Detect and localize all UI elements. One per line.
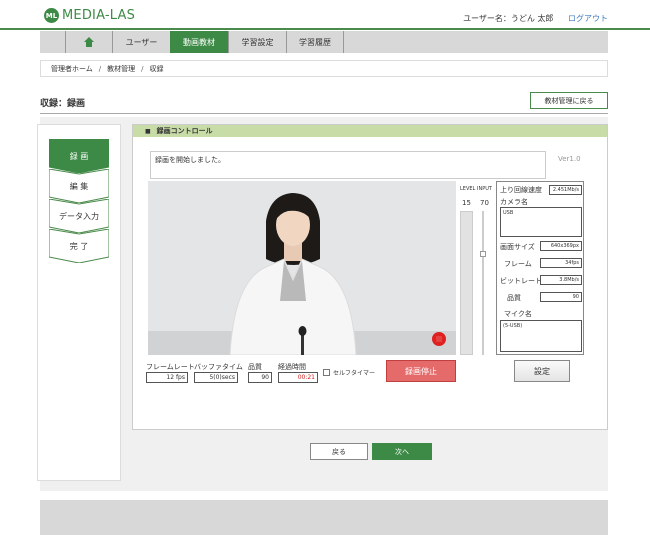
top-bar: ML MEDIA-LAS ユーザー名：うどん 太郎 ログアウト xyxy=(0,0,650,30)
upload-speed-value: 2.451Mb/s xyxy=(549,185,582,195)
nav-tab-video-materials[interactable]: 動画教材 xyxy=(170,31,228,53)
next-button[interactable]: 次へ xyxy=(372,443,432,460)
framerate-label: フレームレート xyxy=(146,363,195,371)
user-area: ユーザー名：うどん 太郎 ログアウト xyxy=(463,13,608,24)
recording-control-header: ■ 録画コントロール xyxy=(133,125,607,137)
step-data-input-label: データ入力 xyxy=(59,211,99,221)
breadcrumb-home[interactable]: 管理者ホーム xyxy=(51,64,93,74)
recording-indicator-icon xyxy=(432,332,446,346)
breadcrumb-current: 収録 xyxy=(149,64,164,73)
screen-size-label: 画面サイズ xyxy=(500,243,535,251)
bullet-icon: ■ xyxy=(145,127,151,135)
page-title: 収録：録画 xyxy=(40,99,86,109)
bitrate-value: 3.8Mb/s xyxy=(540,275,582,285)
step-edit[interactable]: 編 集 xyxy=(49,169,109,203)
logo-text: MEDIA-LAS xyxy=(62,8,136,23)
step-record-label: 録 画 xyxy=(69,151,89,161)
level-label: LEVEL xyxy=(460,186,476,192)
level-track xyxy=(460,211,473,355)
frame-label: フレーム xyxy=(504,260,532,268)
frame-value: 34fps xyxy=(540,258,582,268)
camera-name-label: カメラ名 xyxy=(500,198,528,206)
nav-tab-users[interactable]: ユーザー xyxy=(112,31,170,53)
quality-label: 品質 xyxy=(248,363,262,371)
divider xyxy=(40,113,608,114)
breadcrumb-material-management[interactable]: 教材管理 xyxy=(107,64,135,74)
nav-tab-learning-settings[interactable]: 学習設定 xyxy=(228,31,286,53)
quality-info-label: 品質 xyxy=(507,294,521,302)
input-slider-handle[interactable] xyxy=(480,251,486,257)
step-data-input[interactable]: データ入力 xyxy=(49,199,109,233)
logout-link[interactable]: ログアウト xyxy=(568,14,608,23)
breadcrumb: 管理者ホーム / 教材管理 / 収録 xyxy=(40,60,608,77)
buffer-time-label: バッファタイム xyxy=(194,363,243,371)
logo[interactable]: ML MEDIA-LAS xyxy=(44,8,135,23)
breadcrumb-separator: / xyxy=(98,64,102,73)
back-button[interactable]: 戻る xyxy=(310,443,368,460)
home-icon xyxy=(84,37,94,47)
step-sidebar: 録 画 編 集 データ入力 完 了 xyxy=(37,124,121,481)
mic-name-label: マイク名 xyxy=(504,310,532,318)
status-message-box: 録画を開始しました。 xyxy=(150,151,546,179)
quality-field[interactable]: 90 xyxy=(248,372,272,383)
mic-name-value: (5-USB) xyxy=(500,320,582,352)
main-nav: ユーザー 動画教材 学習設定 学習履歴 xyxy=(40,31,608,53)
step-record[interactable]: 録 画 xyxy=(49,139,109,173)
step-complete[interactable]: 完 了 xyxy=(49,229,109,263)
self-timer-checkbox[interactable] xyxy=(323,369,330,376)
framerate-field[interactable]: 12 fps xyxy=(146,372,188,383)
input-value: 70 xyxy=(480,199,489,207)
footer xyxy=(40,500,608,535)
step-complete-label: 完 了 xyxy=(69,241,89,251)
self-timer-toggle[interactable]: セルフタイマー xyxy=(323,368,375,377)
buffer-time-field[interactable]: 5(0)secs xyxy=(194,372,238,383)
bitrate-label: ビットレート xyxy=(500,277,542,285)
breadcrumb-separator: / xyxy=(141,64,144,73)
presenter-image xyxy=(148,181,456,355)
input-slider-track[interactable] xyxy=(482,211,484,355)
input-label: INPUT xyxy=(477,186,492,192)
screen-size-value: 640x369px xyxy=(540,241,582,251)
nav-tab-learning-history[interactable]: 学習履歴 xyxy=(286,31,344,53)
elapsed-time-label: 経過時間 xyxy=(278,363,306,371)
quality-info-value: 90 xyxy=(540,292,582,302)
video-preview xyxy=(148,181,456,355)
recording-control-title: 録画コントロール xyxy=(156,127,213,135)
nav-home[interactable] xyxy=(65,31,112,53)
level-value: 15 xyxy=(462,199,471,207)
stop-recording-button[interactable]: 録画停止 xyxy=(386,360,456,382)
camera-name-value: USB xyxy=(500,207,582,237)
step-edit-label: 編 集 xyxy=(69,181,89,191)
logo-mark-icon: ML xyxy=(44,8,59,23)
back-to-material-management-button[interactable]: 教材管理に戻る xyxy=(530,92,608,109)
self-timer-label: セルフタイマー xyxy=(333,370,376,377)
camera-info-panel: 上り回線速度 2.451Mb/s カメラ名 USB 画面サイズ 640x369p… xyxy=(496,181,584,355)
version-label: Ver1.0 xyxy=(558,155,581,163)
elapsed-time-field: 00:21 xyxy=(278,372,318,383)
user-name: ユーザー名：うどん 太郎 xyxy=(463,14,554,23)
upload-speed-label: 上り回線速度 xyxy=(500,186,542,194)
settings-button[interactable]: 設定 xyxy=(514,360,570,382)
